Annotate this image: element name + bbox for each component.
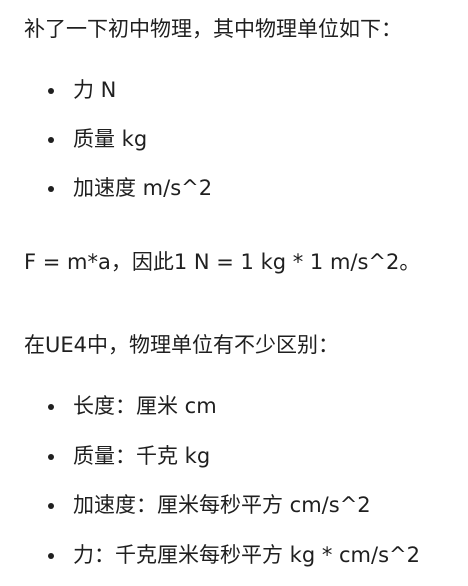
list-item-label: 长度：厘米 cm xyxy=(73,394,217,418)
bullet-icon xyxy=(48,186,54,192)
intro-paragraph: 补了一下初中物理，其中物理单位如下： xyxy=(24,17,402,41)
document-body: 补了一下初中物理，其中物理单位如下： 力 N 质量 kg 加速度 m/s^2 F… xyxy=(0,0,468,586)
bullet-icon xyxy=(48,404,54,410)
list-item-label: 加速度：厘米每秒平方 cm/s^2 xyxy=(73,493,371,517)
formula-paragraph: F = m*a，因此1 N = 1 kg * 1 m/s^2。 xyxy=(24,250,421,274)
list-item-label: 加速度 m/s^2 xyxy=(73,176,213,200)
bullet-icon xyxy=(48,454,54,460)
list-item-label: 力 N xyxy=(73,78,117,102)
list-item-label: 力：千克厘米每秒平方 kg * cm/s^2 xyxy=(73,543,420,567)
list-item-label: 质量：千克 kg xyxy=(73,444,211,468)
bullet-icon xyxy=(48,88,54,94)
bullet-icon xyxy=(48,503,54,509)
ue4-intro-paragraph: 在UE4中，物理单位有不少区别： xyxy=(24,333,339,357)
bullet-icon xyxy=(48,553,54,559)
bullet-icon xyxy=(48,137,54,143)
list-item-label: 质量 kg xyxy=(73,127,148,151)
